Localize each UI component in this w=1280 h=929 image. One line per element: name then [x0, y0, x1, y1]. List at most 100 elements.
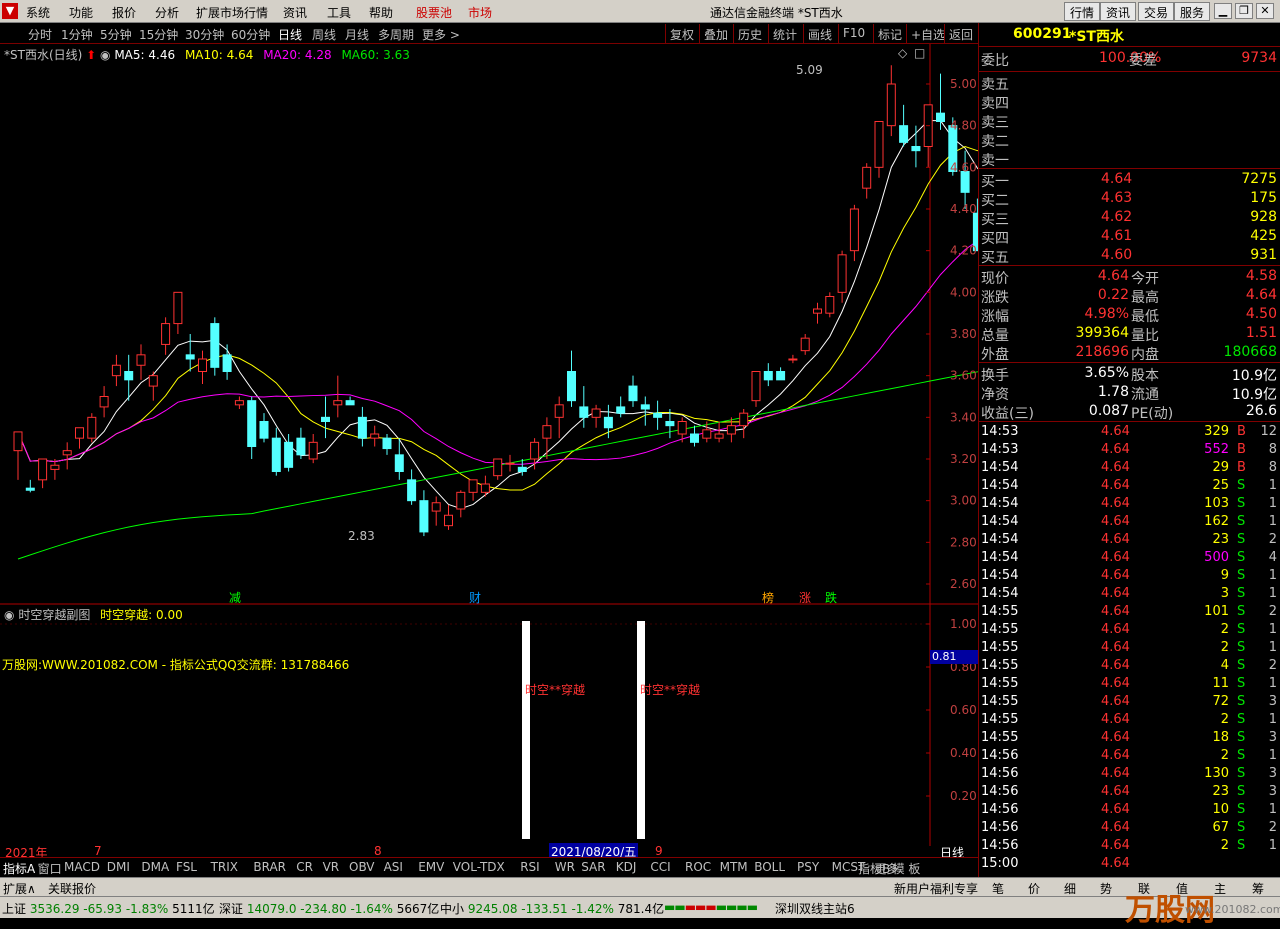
- new-user-welfare-link[interactable]: 新用户福利专享: [894, 880, 978, 897]
- tab-1min[interactable]: 1分钟: [61, 26, 93, 43]
- tick-row: 14:56 4.64 23 S 3: [979, 784, 1280, 802]
- menu-quote[interactable]: 报价: [112, 4, 136, 21]
- indicator-tab[interactable]: RSI: [520, 860, 540, 874]
- server-status[interactable]: 深圳双线主站6: [775, 900, 855, 917]
- tick-price: 4.64: [1101, 496, 1130, 511]
- expand-button[interactable]: 扩展∧: [3, 880, 36, 897]
- tab-30min[interactable]: 30分钟: [185, 26, 224, 43]
- tab-more[interactable]: 更多 >: [422, 26, 460, 43]
- indicator-tab[interactable]: DMA: [141, 860, 169, 874]
- indicator-tab[interactable]: OBV: [349, 860, 375, 874]
- close-icon[interactable]: ✕: [1256, 3, 1274, 19]
- tool-history[interactable]: 历史: [733, 24, 766, 43]
- tab-intraday[interactable]: 分时: [28, 26, 52, 43]
- indicator-tab[interactable]: MTM: [720, 860, 748, 874]
- chart-area[interactable]: 5.00 4.80 4.60 4.40 4.20 4.00 3.80 3.60 3.40 3.20…: [0, 44, 978, 860]
- event-reduce[interactable]: 减: [229, 589, 241, 606]
- diamond-icon[interactable]: ◇: [898, 46, 907, 60]
- indicator-tab[interactable]: EMV: [418, 860, 444, 874]
- indicator-tab[interactable]: BRAR: [253, 860, 286, 874]
- menu-tools[interactable]: 工具: [327, 4, 351, 21]
- minimize-icon[interactable]: ▁: [1214, 3, 1232, 19]
- candle-body: [25, 487, 35, 491]
- indicator-tab[interactable]: ROC: [685, 860, 711, 874]
- tool-stats[interactable]: 统计: [768, 24, 801, 43]
- indicator-tab[interactable]: 指标A: [3, 860, 35, 877]
- menu-help[interactable]: 帮助: [369, 4, 393, 21]
- indicator-tab[interactable]: KDJ: [616, 860, 637, 874]
- tab-multi-period[interactable]: 多周期: [378, 26, 414, 43]
- tool-mark[interactable]: 标记: [873, 24, 906, 43]
- indicator-tab[interactable]: WR: [555, 860, 575, 874]
- menu-analysis[interactable]: 分析: [155, 4, 179, 21]
- menu-function[interactable]: 功能: [69, 4, 93, 21]
- tab-monthly[interactable]: 月线: [345, 26, 369, 43]
- indicator-tab[interactable]: 指标B: [858, 860, 890, 877]
- event-fall[interactable]: 跌: [825, 589, 837, 606]
- tool-adjust[interactable]: 复权: [665, 24, 698, 43]
- indicator-tab[interactable]: DMI: [107, 860, 130, 874]
- restore-icon[interactable]: ❐: [1235, 3, 1253, 19]
- tool-overlay[interactable]: 叠加: [699, 24, 732, 43]
- candle-body: [38, 458, 48, 481]
- price-tick-label: 3.80: [950, 327, 977, 341]
- quote-button[interactable]: 行情: [1064, 2, 1101, 21]
- tick-price: 4.64: [1101, 622, 1130, 637]
- settings-dot-icon[interactable]: ◉: [100, 48, 110, 62]
- tab-15min[interactable]: 15分钟: [139, 26, 178, 43]
- indicator-tab[interactable]: PSY: [797, 860, 819, 874]
- tab-60min[interactable]: 60分钟: [231, 26, 270, 43]
- indicator-tab[interactable]: ASI: [384, 860, 403, 874]
- tab-trend[interactable]: 势: [1100, 880, 1112, 897]
- index-sh[interactable]: 上证 3536.29 -65.93 -1.83% 5111亿: [2, 900, 215, 917]
- indicator-tab[interactable]: CR: [296, 860, 313, 874]
- tool-back[interactable]: 返回: [944, 24, 977, 43]
- trade-button[interactable]: 交易: [1138, 2, 1175, 21]
- indicator-tab[interactable]: BOLL: [754, 860, 785, 874]
- menu-system[interactable]: 系统: [26, 4, 50, 21]
- info-button[interactable]: 资讯: [1100, 2, 1137, 21]
- menu-ext-market[interactable]: 扩展市场行情: [196, 4, 268, 21]
- buy-volume: 425: [1250, 228, 1277, 244]
- tick-time: 14:54: [981, 550, 1019, 565]
- ma10-label: MA10: 4.64: [184, 48, 254, 62]
- app-logo-icon[interactable]: ▼: [2, 3, 18, 19]
- event-rank[interactable]: 榜: [762, 589, 774, 606]
- tool-draw[interactable]: 画线: [803, 24, 836, 43]
- tab-daily[interactable]: 日线: [278, 26, 302, 43]
- tab-chips[interactable]: 筹: [1252, 880, 1264, 897]
- index-zx[interactable]: 中小 9245.08 -133.51 -1.42% 781.4亿: [440, 900, 664, 917]
- tool-add-favorite[interactable]: +自选: [906, 24, 949, 43]
- tick-time: 14:55: [981, 604, 1019, 619]
- indicator-tab[interactable]: TRIX: [211, 860, 238, 874]
- indicator-tab[interactable]: 模 板: [893, 860, 921, 877]
- tab-weekly[interactable]: 周线: [312, 26, 336, 43]
- sub-settings-icon[interactable]: ◉: [4, 608, 14, 622]
- indicator-tab[interactable]: FSL: [176, 860, 197, 874]
- menu-market[interactable]: 市场: [468, 4, 492, 21]
- tab-tick[interactable]: 笔: [992, 880, 1004, 897]
- menu-info[interactable]: 资讯: [283, 4, 307, 21]
- event-rise[interactable]: 涨: [799, 589, 811, 606]
- square-icon[interactable]: □: [914, 46, 925, 60]
- tab-main[interactable]: 主: [1214, 880, 1226, 897]
- service-button[interactable]: 服务: [1174, 2, 1211, 21]
- tab-detail[interactable]: 细: [1064, 880, 1076, 897]
- tick-row: 14:56 4.64 10 S 1: [979, 802, 1280, 820]
- index-sz[interactable]: 深证 14079.0 -234.80 -1.64% 5667亿: [219, 900, 439, 917]
- indicator-tab[interactable]: VOL-TDX: [453, 860, 505, 874]
- indicator-tab[interactable]: VR: [323, 860, 340, 874]
- candle-body: [382, 437, 392, 450]
- tab-5min[interactable]: 5分钟: [100, 26, 132, 43]
- related-quote-button[interactable]: 关联报价: [48, 880, 96, 897]
- indicator-tab[interactable]: CCI: [650, 860, 670, 874]
- low-price-label: 2.83: [348, 529, 375, 543]
- indicator-tab[interactable]: SAR: [581, 860, 605, 874]
- indicator-tab[interactable]: 窗口: [38, 860, 62, 877]
- event-finance[interactable]: 财: [469, 589, 481, 606]
- tool-f10[interactable]: F10: [838, 24, 869, 43]
- indicator-tab[interactable]: MACD: [64, 860, 100, 874]
- tick-volume: 3: [1220, 586, 1229, 601]
- menu-stock-pool[interactable]: 股票池: [416, 4, 452, 21]
- tab-price[interactable]: 价: [1028, 880, 1040, 897]
